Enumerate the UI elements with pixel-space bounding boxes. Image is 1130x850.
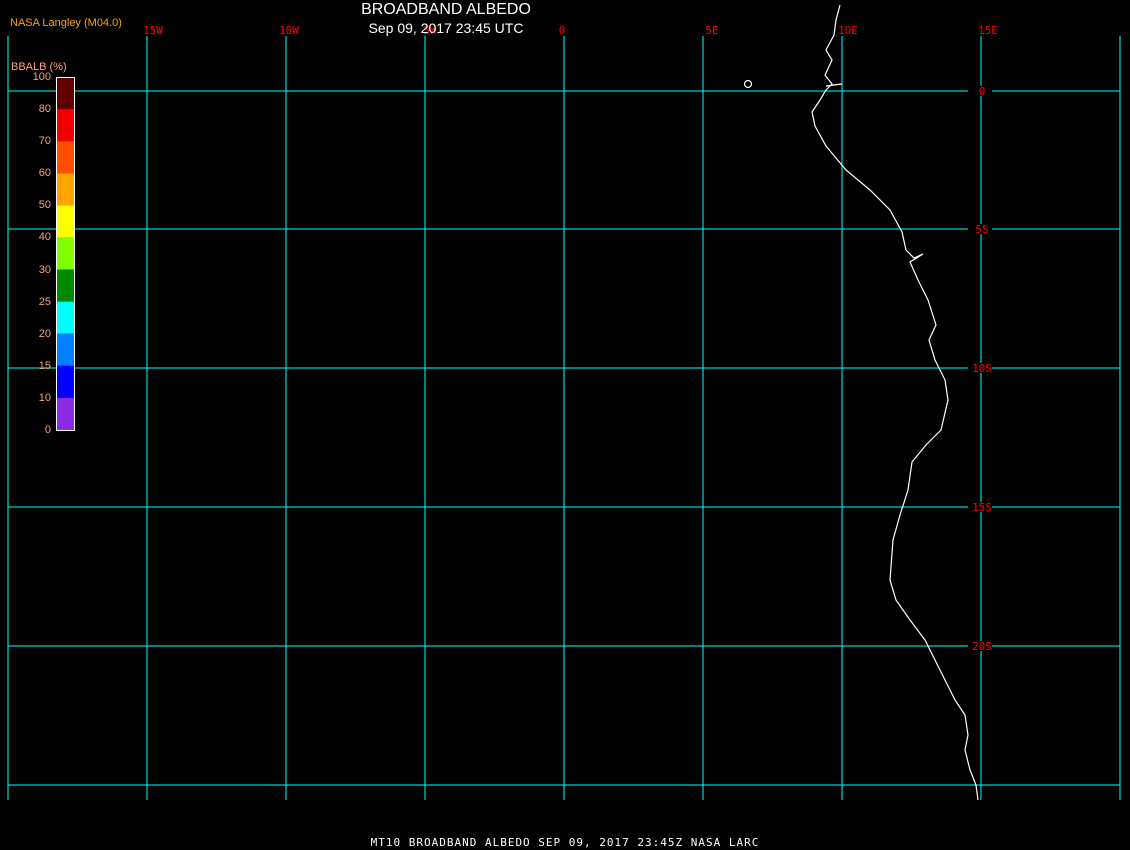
coastline [811, 4, 979, 801]
colorbar-label: 80 [38, 103, 51, 116]
colorbar-segment [56, 301, 74, 334]
colorbar-label: 40 [38, 231, 51, 244]
colorbar-label: 10 [38, 391, 51, 404]
coastline-detail [825, 83, 843, 87]
colorbar-label: 15 [38, 359, 51, 372]
longitude-label: 15E [978, 24, 998, 37]
latitude-label: 5S [975, 223, 988, 236]
colorbar-label: 0 [44, 424, 51, 436]
colorbar-label: 30 [38, 263, 51, 276]
colorbar-label: 20 [38, 327, 51, 340]
colorbar-segment [56, 109, 74, 142]
map-canvas: 15W 10W 5W 0 5E 10E 15E05S10S15S20S [7, 4, 1121, 801]
colorbar-segment [56, 397, 74, 430]
map-title: BROADBAND ALBEDO [361, 1, 531, 18]
island-outline [743, 79, 753, 89]
colorbar-segment [56, 269, 74, 302]
colorbar-label: 25 [38, 295, 51, 308]
latitude-label: 10S [972, 362, 992, 375]
latitude-label: 15S [972, 501, 992, 514]
colorbar-segment [56, 333, 74, 366]
colorbar-segment [56, 141, 74, 174]
colorbar-segment [56, 237, 74, 270]
colorbar-label: 70 [38, 135, 51, 148]
colorbar-label: 50 [38, 199, 51, 212]
colorbar-segment [56, 77, 74, 110]
colorbar-segment [56, 365, 74, 398]
footer-caption: MT10 BROADBAND ALBEDO SEP 09, 2017 23:45… [370, 836, 760, 849]
colorbar-label: 100 [32, 71, 51, 83]
map-timestamp: Sep 09, 2017 23:45 UTC [368, 20, 524, 36]
credit-label: NASA Langley (M04.0) [10, 17, 122, 29]
colorbar-segment [56, 205, 74, 238]
latitude-label: 0 [979, 85, 986, 98]
colorbar-label: 60 [38, 167, 51, 180]
latitude-label: 20S [972, 640, 992, 653]
colorbar-segment [56, 173, 74, 206]
